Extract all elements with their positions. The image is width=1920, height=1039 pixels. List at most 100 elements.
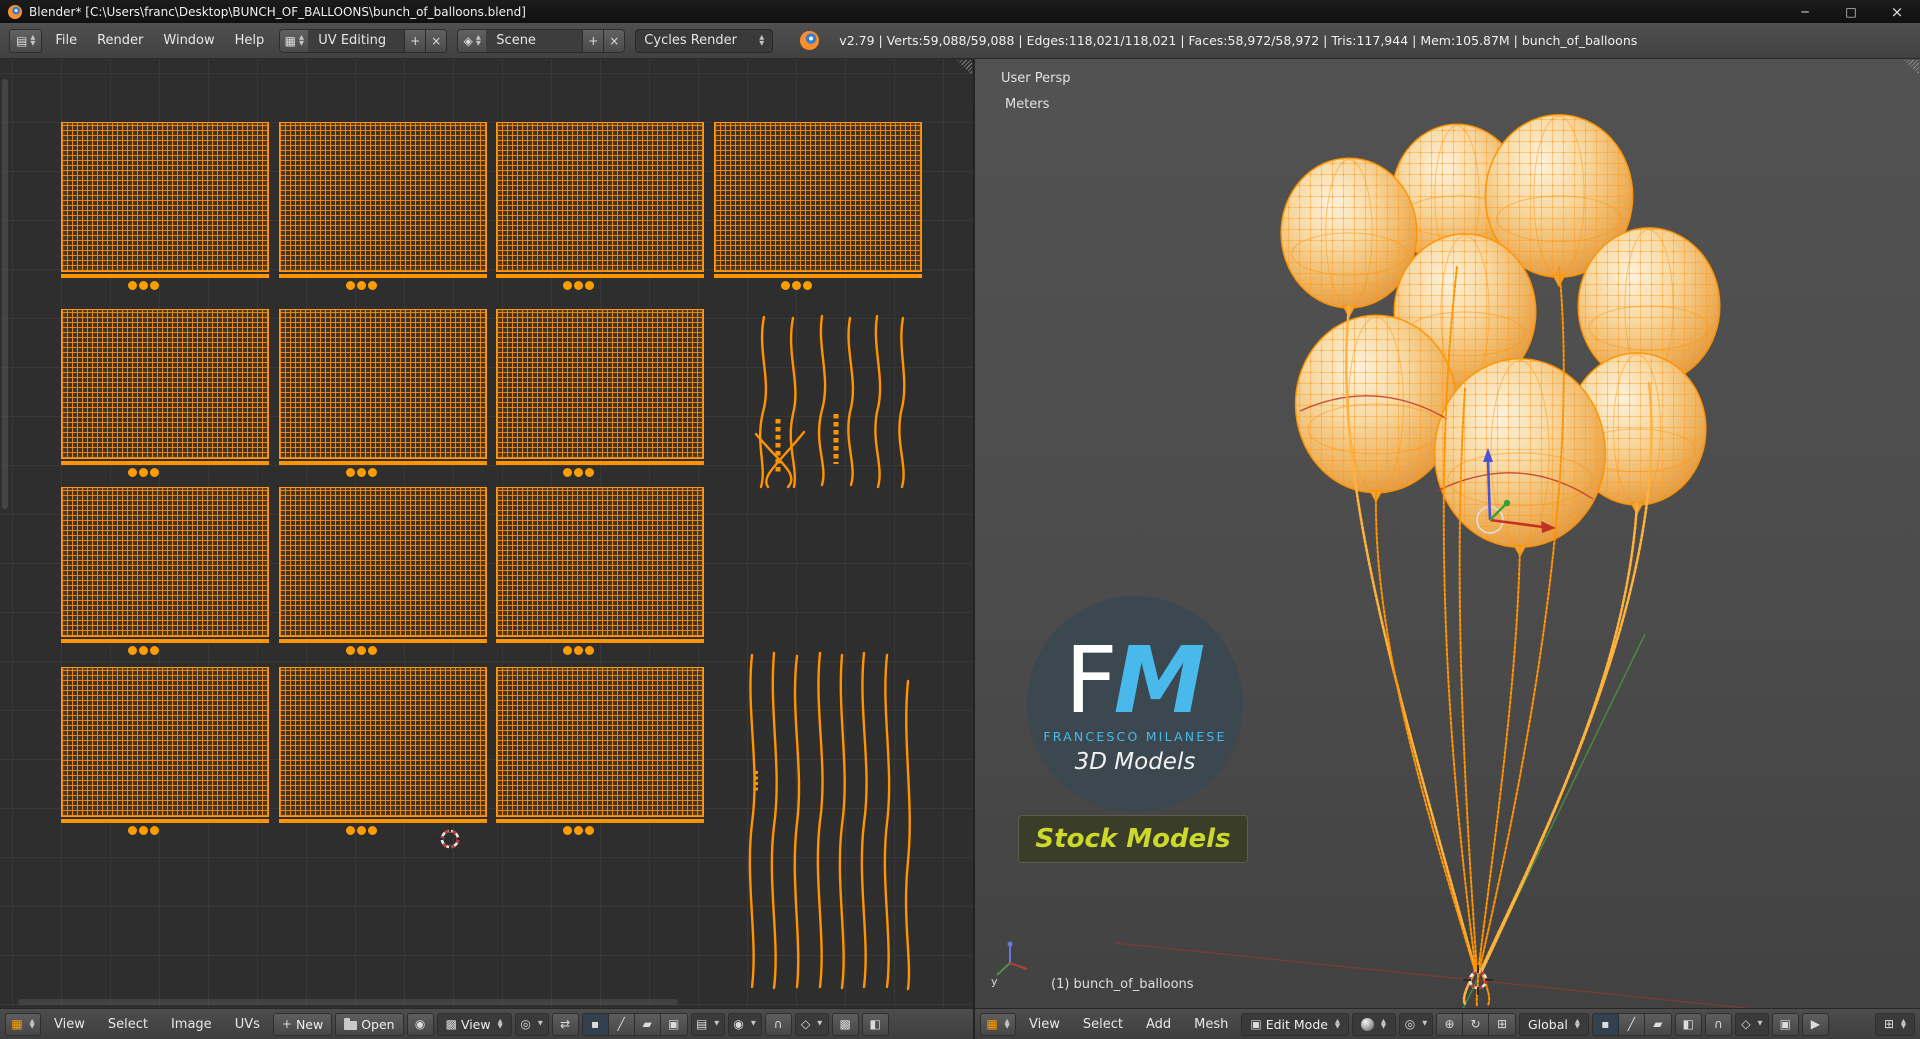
- snap-element-dropdown[interactable]: ◇ ▼: [794, 1012, 829, 1036]
- image-new-button[interactable]: + New: [272, 1012, 333, 1036]
- region-corner-widget[interactable]: [957, 60, 972, 75]
- uv-island[interactable]: [279, 309, 487, 477]
- layout-name-field[interactable]: UV Editing: [308, 29, 405, 52]
- menu-select[interactable]: Select: [98, 1017, 158, 1032]
- uv-island[interactable]: [496, 487, 704, 655]
- limit-selection-visible-toggle[interactable]: ◧: [1674, 1012, 1702, 1036]
- pivot-point-dropdown[interactable]: ◎ ▼: [1398, 1012, 1433, 1036]
- display-channels-dropdown[interactable]: ▩ View ▲ ▼: [436, 1012, 512, 1036]
- editor-type-button[interactable]: ▤ ▲ ▼: [9, 28, 43, 53]
- menu-window[interactable]: Window: [153, 33, 224, 48]
- uv-island[interactable]: [61, 667, 269, 835]
- snap-element-dropdown[interactable]: ◇ ▼: [1734, 1012, 1769, 1036]
- mode-dropdown[interactable]: ▣ Edit Mode ▲ ▼: [1241, 1012, 1349, 1036]
- snap-toggle-button[interactable]: ∩: [764, 1012, 792, 1036]
- scene-add-button[interactable]: +: [582, 29, 604, 52]
- uv-string-islands-lower[interactable]: [742, 651, 918, 991]
- layout-delete-button[interactable]: ×: [425, 29, 447, 52]
- grid-icon: ⊞: [1883, 1017, 1895, 1031]
- pivot-dropdown[interactable]: ◎ ▼: [514, 1012, 549, 1036]
- uv-island[interactable]: [496, 667, 704, 835]
- scene-name-field[interactable]: Scene: [486, 29, 583, 52]
- viewport-canvas[interactable]: User Persp Meters F M FRANCESCO MILANESE…: [975, 59, 1920, 1008]
- balloon-string: [1477, 544, 1521, 974]
- snap-toggle-button[interactable]: ∩: [1704, 1012, 1732, 1036]
- rotate-icon: ↻: [1470, 1017, 1481, 1031]
- image-icon: ▩: [445, 1017, 457, 1031]
- uv-island[interactable]: [279, 122, 487, 290]
- menu-help[interactable]: Help: [225, 33, 275, 48]
- uv-canvas[interactable]: [0, 59, 973, 1008]
- uv-vertex-select-button[interactable]: ▪: [582, 1013, 609, 1035]
- uv-2d-cursor[interactable]: [434, 823, 466, 855]
- occlude-icon: ◧: [1682, 1017, 1695, 1031]
- menu-view[interactable]: View: [44, 1017, 95, 1032]
- horizontal-scrollbar[interactable]: [18, 999, 678, 1005]
- render-engine-dropdown[interactable]: Cycles Render ▲ ▼: [635, 28, 774, 53]
- maximize-button[interactable]: □: [1828, 0, 1874, 23]
- menu-uvs[interactable]: UVs: [225, 1017, 270, 1032]
- layout-add-button[interactable]: +: [404, 29, 426, 52]
- viewport-shading-dropdown[interactable]: ▲ ▼: [1351, 1012, 1396, 1036]
- pin-image-button[interactable]: ◉: [406, 1012, 434, 1036]
- uv-island[interactable]: [714, 122, 922, 290]
- sync-icon: ⇄: [560, 1017, 571, 1031]
- uv-knot-dots: [562, 281, 594, 290]
- minimize-button[interactable]: ─: [1782, 0, 1828, 23]
- sync-uv-selection-toggle[interactable]: ⇄: [551, 1012, 579, 1036]
- viewport-3d-scene[interactable]: [975, 59, 1920, 1008]
- scene-delete-button[interactable]: ×: [603, 29, 625, 52]
- editor-type-button[interactable]: ▦ ▲ ▼: [5, 1012, 41, 1036]
- close-button[interactable]: ×: [1874, 0, 1920, 23]
- uv-island[interactable]: [61, 487, 269, 655]
- edge-icon: ╱: [617, 1017, 625, 1031]
- cursor-3d[interactable]: [1462, 964, 1494, 996]
- menu-select[interactable]: Select: [1073, 1017, 1133, 1032]
- menu-mesh[interactable]: Mesh: [1184, 1017, 1238, 1032]
- opengl-render-anim-button[interactable]: ▶: [1801, 1012, 1829, 1036]
- menu-image[interactable]: Image: [161, 1017, 222, 1032]
- sticky-selection-dropdown[interactable]: ▤ ▼: [690, 1012, 725, 1036]
- uv-knot-dots: [127, 826, 159, 835]
- uv-knot-dots: [780, 281, 812, 290]
- watermark-name: FRANCESCO MILANESE: [1043, 729, 1227, 744]
- sticky-icon: ▤: [695, 1017, 708, 1031]
- scene-browse-button[interactable]: ◈ ▲ ▼: [458, 29, 487, 52]
- uv-island[interactable]: [496, 122, 704, 290]
- editor-type-button[interactable]: ▦ ▲ ▼: [980, 1012, 1016, 1036]
- uv-island[interactable]: [279, 667, 487, 835]
- orientation-dropdown[interactable]: Global ▲ ▼: [1518, 1012, 1589, 1036]
- menu-file[interactable]: File: [45, 33, 87, 48]
- image-open-button[interactable]: Open: [335, 1012, 404, 1036]
- extra-dropdown[interactable]: ⊞ ▲ ▼: [1875, 1012, 1915, 1036]
- menu-render[interactable]: Render: [87, 33, 153, 48]
- uv-knot-dots: [345, 646, 377, 655]
- shading-sphere-icon: [1360, 1017, 1374, 1031]
- face-select-button[interactable]: ▰: [1644, 1013, 1671, 1035]
- vertical-scrollbar[interactable]: [2, 79, 8, 509]
- uv-island[interactable]: [61, 309, 269, 477]
- normalized-uv-toggle[interactable]: ▩: [831, 1012, 859, 1036]
- draw-other-objects-toggle[interactable]: ◧: [861, 1012, 889, 1036]
- menu-add[interactable]: Add: [1136, 1017, 1181, 1032]
- layout-browse-button[interactable]: ▦ ▲ ▼: [280, 29, 309, 52]
- manipulator-scale-button[interactable]: ⊞: [1488, 1013, 1515, 1035]
- uv-island[interactable]: [496, 309, 704, 477]
- uv-island[interactable]: [61, 122, 269, 290]
- manipulator-rotate-button[interactable]: ↻: [1462, 1013, 1489, 1035]
- balloon[interactable]: [1294, 314, 1458, 503]
- edge-select-button[interactable]: ╱: [1618, 1013, 1645, 1035]
- proportional-edit-dropdown[interactable]: ◉ ▼: [727, 1012, 762, 1036]
- menu-view[interactable]: View: [1019, 1017, 1070, 1032]
- manipulator-translate-button[interactable]: ⊕: [1436, 1013, 1463, 1035]
- uv-face-select-button[interactable]: ▰: [634, 1013, 661, 1035]
- viewport-3d: User Persp Meters F M FRANCESCO MILANESE…: [973, 59, 1920, 1039]
- uv-edge-select-button[interactable]: ╱: [608, 1013, 635, 1035]
- screen-layout-selector: ▦ ▲ ▼ UV Editing + ×: [279, 28, 448, 53]
- vertex-select-button[interactable]: ▪: [1592, 1013, 1619, 1035]
- uv-island-select-button[interactable]: ▣: [660, 1013, 687, 1035]
- uv-island[interactable]: [279, 487, 487, 655]
- uv-string-islands-upper[interactable]: [748, 314, 918, 490]
- uv-editor-header-bar: ▦ ▲▼ View Select Image UVs + New Open ◉: [0, 1008, 973, 1039]
- opengl-render-button[interactable]: ▣: [1771, 1012, 1799, 1036]
